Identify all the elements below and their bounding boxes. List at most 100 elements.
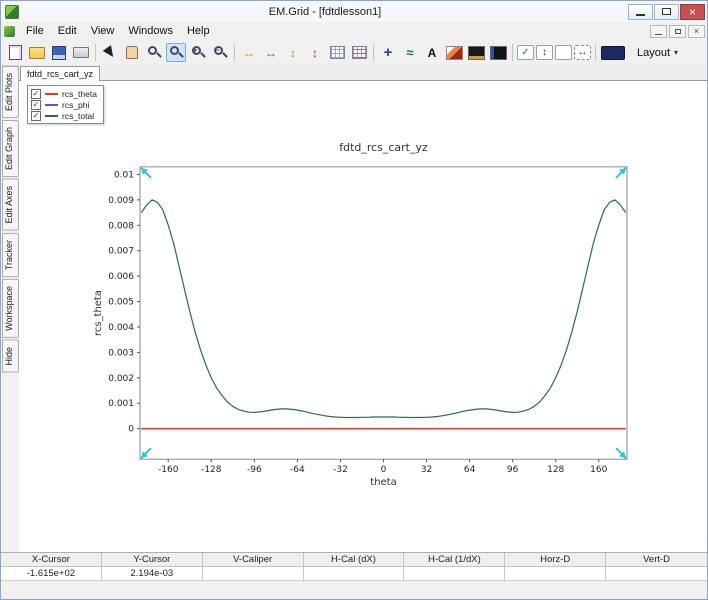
- zoom-out-icon[interactable]: −: [210, 43, 230, 62]
- autoscale-y-limits-icon[interactable]: ↕: [305, 43, 325, 62]
- document-tab-bar: fdtd_rcs_cart_yz: [19, 65, 707, 81]
- document-tab[interactable]: fdtd_rcs_cart_yz: [20, 66, 100, 81]
- contour-plot-icon[interactable]: [488, 43, 508, 62]
- y-tick-label: 0.003: [108, 348, 134, 358]
- data-grid-icon[interactable]: [327, 43, 347, 62]
- legend-item: ✓ rcs_theta: [31, 88, 97, 99]
- side-tab-edit-graph[interactable]: Edit Graph: [2, 120, 19, 177]
- apply-scale-icon[interactable]: ✓: [517, 45, 534, 60]
- status-header: Vert-D: [606, 553, 707, 567]
- side-tab-edit-axes[interactable]: Edit Axes: [2, 179, 19, 231]
- side-tab-edit-plots[interactable]: Edit Plots: [2, 66, 19, 118]
- chart-title: fdtd_rcs_cart_yz: [339, 141, 428, 154]
- zoom-window-icon[interactable]: [144, 43, 164, 62]
- new-file-icon[interactable]: [5, 43, 25, 62]
- menu-view[interactable]: View: [84, 24, 122, 38]
- side-tab-hide[interactable]: Hide: [2, 340, 19, 373]
- autoscale-x-icon[interactable]: ↔: [239, 43, 259, 62]
- legend-label: rcs_theta: [62, 89, 97, 99]
- toolbar-separator: [512, 44, 513, 61]
- menu-edit[interactable]: Edit: [51, 24, 84, 38]
- x-tick-label: -128: [201, 465, 222, 475]
- menu-bar: FileEditViewWindowsHelp ×: [1, 22, 707, 40]
- zoom-in-icon[interactable]: +: [188, 43, 208, 62]
- y-tick-label: 0.01: [114, 170, 134, 180]
- x-tick-label: -32: [333, 465, 348, 475]
- legend-line-sample: [45, 115, 58, 117]
- y-tick-label: 0.004: [108, 323, 134, 333]
- open-file-icon[interactable]: [27, 43, 47, 62]
- menu-help[interactable]: Help: [180, 24, 217, 38]
- autoscale-x-limits-icon[interactable]: ↔: [261, 43, 281, 62]
- document-icon[interactable]: [4, 26, 15, 37]
- toolbar-separator: [595, 44, 596, 61]
- y-tick-label: 0.009: [108, 196, 134, 206]
- menu-file[interactable]: File: [19, 24, 51, 38]
- side-tab-strip: Edit Plots Edit Graph Edit Axes Tracker Work…: [1, 65, 19, 553]
- status-header: X-Cursor: [1, 553, 102, 567]
- legend-line-sample: [45, 93, 58, 95]
- save-icon[interactable]: [49, 43, 69, 62]
- legend-line-sample: [45, 104, 58, 106]
- layout-label: Layout: [637, 47, 670, 59]
- data-table-icon[interactable]: [349, 43, 369, 62]
- status-header-row: X-CursorY-CursorV-CaliperH-Cal (dX)H-Cal…: [1, 553, 707, 567]
- toolbar-separator: [373, 44, 374, 61]
- print-icon[interactable]: [71, 43, 91, 62]
- add-text-icon[interactable]: A: [422, 43, 442, 62]
- select-pointer-icon[interactable]: [100, 43, 120, 62]
- status-value: [304, 567, 405, 581]
- status-header: H-Cal (1/dX): [404, 553, 505, 567]
- edit-curve-icon[interactable]: ≈: [400, 43, 420, 62]
- line-color-swatch-icon[interactable]: [600, 43, 626, 62]
- mdi-close-button[interactable]: ×: [688, 25, 705, 38]
- app-window: EM.Grid - [fdtdlesson1] × FileEditViewWi…: [0, 0, 708, 600]
- minimize-button[interactable]: [628, 4, 653, 20]
- zoom-box-icon[interactable]: [166, 43, 186, 62]
- status-value: [404, 567, 505, 581]
- y-tick-label: 0.002: [108, 374, 134, 384]
- plot-legend[interactable]: ✓ rcs_theta✓rcs_phi✓rcs_total: [27, 85, 104, 124]
- x-tick-label: 32: [421, 465, 432, 475]
- legend-item: ✓rcs_total: [31, 110, 97, 121]
- mdi-restore-button[interactable]: [669, 25, 686, 38]
- menu-items: FileEditViewWindowsHelp: [19, 25, 217, 37]
- pan-hand-icon[interactable]: [122, 43, 142, 62]
- x-tick-label: 64: [464, 465, 476, 475]
- legend-checkbox[interactable]: ✓: [31, 89, 41, 99]
- chart-svg[interactable]: 00.0010.0020.0030.0040.0050.0060.0070.00…: [19, 81, 707, 553]
- main-area: Edit Plots Edit Graph Edit Axes Tracker Work…: [1, 65, 707, 553]
- side-tab-workspace[interactable]: Workspace: [2, 279, 19, 338]
- legend-checkbox[interactable]: ✓: [31, 111, 41, 121]
- add-cursor-icon[interactable]: +: [378, 43, 398, 62]
- x-tick-label: -160: [158, 465, 179, 475]
- mdi-minimize-button[interactable]: [650, 25, 667, 38]
- plot-area[interactable]: [140, 167, 627, 459]
- toolbar-icons: +−↔↔↕↕+≈A✓↕↔: [4, 43, 627, 62]
- title-bar: EM.Grid - [fdtdlesson1] ×: [1, 1, 707, 22]
- status-value: [606, 567, 707, 581]
- status-value: [505, 567, 606, 581]
- window-controls: ×: [627, 4, 705, 20]
- legend-item: ✓rcs_phi: [31, 99, 97, 110]
- x-axis-label: theta: [370, 477, 396, 488]
- cursor-status-table: X-CursorY-CursorV-CaliperH-Cal (dX)H-Cal…: [1, 552, 707, 581]
- surface-plot-icon[interactable]: [466, 43, 486, 62]
- maximize-button[interactable]: [654, 4, 679, 20]
- menu-windows[interactable]: Windows: [121, 24, 180, 38]
- x-tick-label: 160: [590, 465, 607, 475]
- side-tab-tracker[interactable]: Tracker: [2, 233, 19, 277]
- toolbar-separator: [95, 44, 96, 61]
- layout-dropdown[interactable]: Layout ▾: [629, 44, 686, 62]
- fit-horizontal-icon[interactable]: ↔: [574, 45, 591, 60]
- scale-vertical-icon[interactable]: ↕: [536, 45, 553, 60]
- toolbar-separator: [234, 44, 235, 61]
- legend-checkbox[interactable]: ✓: [31, 100, 41, 110]
- y-tick-label: 0: [128, 425, 134, 435]
- colormap-plot-icon[interactable]: [444, 43, 464, 62]
- close-button[interactable]: ×: [680, 4, 705, 20]
- plot-canvas[interactable]: 00.0010.0020.0030.0040.0050.0060.0070.00…: [19, 81, 707, 553]
- chevron-down-icon: ▾: [674, 48, 678, 57]
- blank-frame-icon[interactable]: [555, 45, 572, 60]
- autoscale-y-icon[interactable]: ↕: [283, 43, 303, 62]
